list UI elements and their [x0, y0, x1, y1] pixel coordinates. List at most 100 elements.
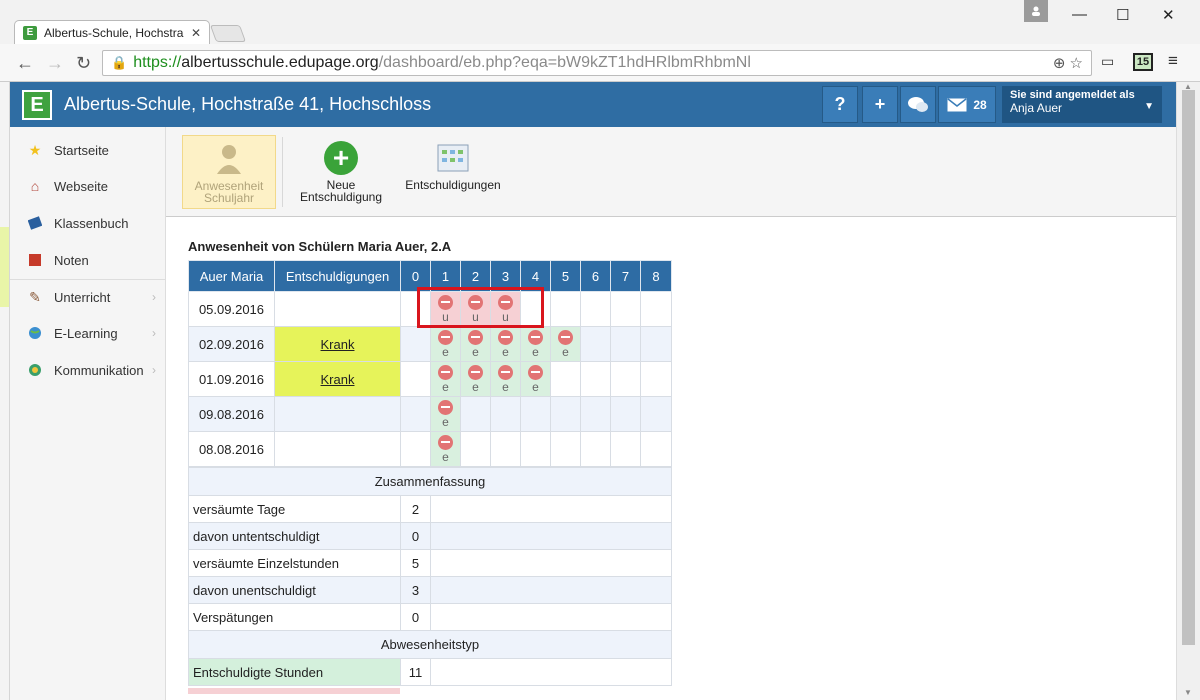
absence-cell[interactable]: e: [520, 361, 551, 397]
period-cell[interactable]: [490, 431, 521, 467]
menu-icon[interactable]: ≡: [1168, 51, 1178, 71]
period-cell[interactable]: [580, 361, 611, 397]
mark-excused: e: [442, 379, 449, 394]
absence-cell[interactable]: e: [460, 326, 491, 362]
period-cell[interactable]: [460, 396, 491, 432]
profile-icon[interactable]: [1024, 0, 1048, 22]
period-cell[interactable]: [640, 431, 672, 467]
sidebar-item-e-learning[interactable]: E-Learning ›: [10, 315, 166, 351]
summary-value: 2: [400, 495, 431, 523]
close-window-icon[interactable]: ✕: [1162, 6, 1175, 24]
absence-cell[interactable]: e: [490, 361, 521, 397]
mark-excused: e: [472, 379, 479, 394]
new-excuse-button[interactable]: + Neue Entschuldigung: [292, 135, 390, 209]
absence-cell[interactable]: e: [520, 326, 551, 362]
period-cell[interactable]: [550, 291, 581, 327]
reload-icon[interactable]: ↻: [76, 53, 91, 74]
col-student[interactable]: Auer Maria: [188, 260, 275, 292]
period-cell[interactable]: [520, 431, 551, 467]
row-excuse[interactable]: [274, 431, 401, 467]
minus-circle-icon: [438, 434, 453, 450]
back-icon[interactable]: ←: [16, 53, 34, 74]
scroll-down-icon[interactable]: ▼: [1184, 688, 1192, 697]
help-button[interactable]: ?: [822, 86, 858, 123]
col-excuses[interactable]: Entschuldigungen: [274, 260, 401, 292]
tab-close-icon[interactable]: ✕: [191, 26, 201, 40]
sidebar-item-unterricht[interactable]: ✎ Unterricht ›: [10, 279, 166, 315]
sidebar-item-webseite[interactable]: ⌂ Webseite: [10, 168, 166, 204]
period-cell[interactable]: [610, 361, 641, 397]
messages-button[interactable]: 28: [938, 86, 996, 123]
absence-cell[interactable]: e: [490, 326, 521, 362]
absence-cell[interactable]: e: [430, 431, 461, 467]
sidebar-item-noten[interactable]: Noten: [10, 242, 166, 278]
minus-circle-icon: [438, 329, 453, 345]
address-bar[interactable]: 🔒 https:// albertusschule.edupage.org /d…: [102, 50, 1092, 76]
period-cell[interactable]: [520, 396, 551, 432]
period-cell[interactable]: [550, 431, 581, 467]
edupage-logo-icon[interactable]: E: [22, 90, 52, 120]
row-excuse[interactable]: [274, 396, 401, 432]
absence-type-label: Entschuldigte Stunden: [188, 658, 401, 686]
excuses-button[interactable]: Entschuldigungen: [398, 135, 508, 209]
period-cell[interactable]: [580, 326, 611, 362]
period-cell[interactable]: [580, 431, 611, 467]
minus-circle-icon: [498, 329, 513, 345]
user-name: Anja Auer: [1010, 101, 1063, 115]
chevron-right-icon: ›: [152, 290, 156, 304]
excuses-label: Entschuldigungen: [405, 178, 501, 192]
edupage-favicon-icon: E: [23, 25, 37, 40]
period-cell[interactable]: [400, 431, 431, 467]
period-cell[interactable]: [550, 361, 581, 397]
new-tab-button[interactable]: [209, 25, 247, 42]
chat-button[interactable]: [900, 86, 936, 123]
cast-icon[interactable]: ▭: [1101, 53, 1114, 70]
period-cell[interactable]: [610, 326, 641, 362]
period-cell[interactable]: [640, 396, 672, 432]
sidebar-item-label: Startseite: [54, 142, 109, 158]
browser-tab[interactable]: E Albertus-Schule, Hochstra ✕: [14, 20, 210, 44]
extension-badge[interactable]: 15: [1133, 53, 1153, 71]
period-cell[interactable]: [490, 396, 521, 432]
table-row: 02.09.2016 Krank e e e e e: [188, 326, 672, 362]
absence-cell[interactable]: e: [430, 396, 461, 432]
user-label: Sie sind angemeldet als: [1010, 89, 1135, 101]
period-cell[interactable]: [610, 396, 641, 432]
maximize-icon[interactable]: ☐: [1116, 6, 1129, 24]
period-cell[interactable]: [550, 396, 581, 432]
period-cell[interactable]: [580, 396, 611, 432]
scrollbar[interactable]: ▲ ▼: [1176, 82, 1200, 700]
table-row: 01.09.2016 Krank e e e e: [188, 361, 672, 397]
period-cell[interactable]: [400, 396, 431, 432]
absence-cell[interactable]: e: [550, 326, 581, 362]
period-cell[interactable]: [400, 361, 431, 397]
period-cell[interactable]: [400, 326, 431, 362]
absence-cell[interactable]: e: [430, 326, 461, 362]
summary-label: davon unentschuldigt: [188, 576, 401, 604]
add-button[interactable]: +: [862, 86, 898, 123]
period-cell[interactable]: [460, 431, 491, 467]
minimize-icon[interactable]: —: [1072, 6, 1087, 23]
forward-icon[interactable]: →: [46, 53, 64, 74]
user-menu[interactable]: Sie sind angemeldet als Anja Auer ▼: [1002, 86, 1162, 123]
zoom-star-icons[interactable]: ⊕ ☆: [1053, 54, 1083, 72]
sidebar-item-startseite[interactable]: ★ Startseite: [10, 132, 166, 168]
period-cell[interactable]: [610, 291, 641, 327]
period-cell[interactable]: [580, 291, 611, 327]
period-cell[interactable]: [640, 326, 672, 362]
minus-circle-icon: [468, 364, 483, 380]
period-cell[interactable]: [610, 431, 641, 467]
attendance-year-button[interactable]: Anwesenheit Schuljahr: [182, 135, 276, 209]
sidebar-item-kommunikation[interactable]: Kommunikation ›: [10, 352, 166, 388]
sidebar-item-klassenbuch[interactable]: Klassenbuch: [10, 205, 166, 241]
excuse-link[interactable]: Krank: [321, 337, 355, 352]
period-cell[interactable]: [640, 361, 672, 397]
absence-cell[interactable]: e: [430, 361, 461, 397]
period-cell[interactable]: [640, 291, 672, 327]
main-toolbar: Anwesenheit Schuljahr + Neue Entschuldig…: [166, 127, 1176, 217]
row-excuse[interactable]: [274, 291, 401, 327]
plus-circle-icon: +: [324, 141, 358, 175]
scrollbar-thumb[interactable]: [1182, 90, 1195, 645]
excuse-link[interactable]: Krank: [321, 372, 355, 387]
absence-cell[interactable]: e: [460, 361, 491, 397]
